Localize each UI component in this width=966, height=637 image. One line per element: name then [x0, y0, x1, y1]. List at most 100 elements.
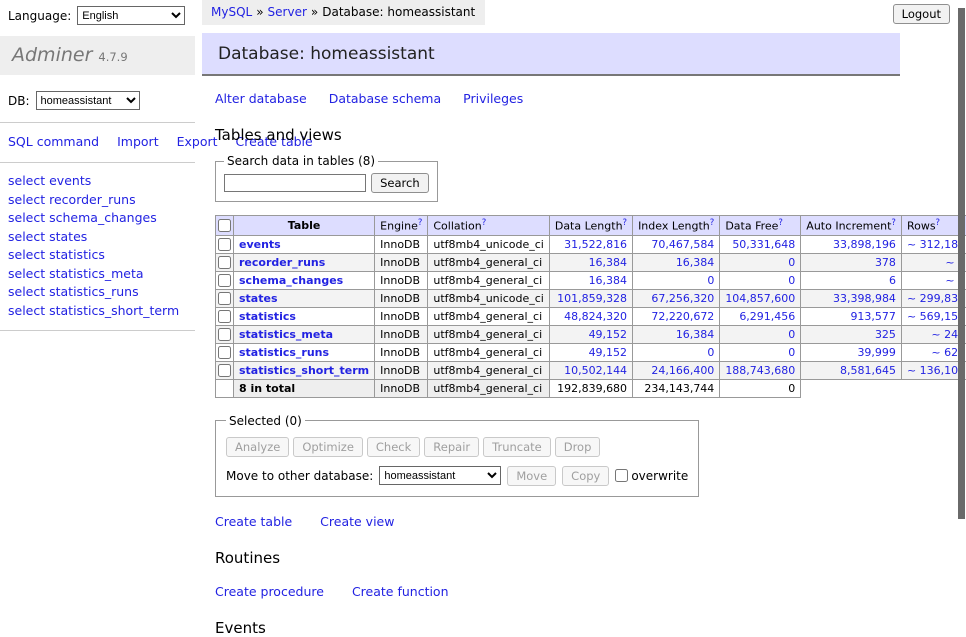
number-link[interactable]: ~ 3 — [907, 274, 965, 287]
move-db-select[interactable]: homeassistant — [379, 466, 501, 485]
number-link[interactable]: 24,166,400 — [638, 364, 714, 377]
number-link[interactable]: ~ 244 — [907, 328, 965, 341]
subnav-link[interactable]: Database schema — [329, 91, 441, 106]
number-link[interactable]: ~ 136,108 — [907, 364, 965, 377]
sidebar-table-link[interactable]: select statistics_runs — [8, 283, 187, 302]
number-link[interactable]: 31,522,816 — [555, 238, 627, 251]
number-link[interactable]: 67,256,320 — [638, 292, 714, 305]
number-link[interactable]: 0 — [638, 274, 714, 287]
number-link[interactable]: 16,384 — [555, 274, 627, 287]
help-icon[interactable]: ? — [936, 218, 941, 228]
number-link[interactable]: 16,384 — [638, 328, 714, 341]
page-scrollbar[interactable] — [958, 8, 965, 519]
logout-button[interactable]: Logout — [893, 4, 950, 24]
table-link[interactable]: statistics_runs — [239, 346, 329, 359]
number-link[interactable]: 70,467,584 — [638, 238, 714, 251]
table-link[interactable]: statistics_meta — [239, 328, 333, 341]
number-link[interactable]: 378 — [806, 256, 896, 269]
number-link[interactable]: 104,857,600 — [725, 292, 795, 305]
number-link[interactable]: 33,898,196 — [806, 238, 896, 251]
subnav-link[interactable]: Alter database — [215, 91, 307, 106]
number-link[interactable]: 72,220,672 — [638, 310, 714, 323]
create-link[interactable]: Create table — [215, 514, 292, 529]
overwrite-checkbox[interactable] — [615, 469, 628, 482]
analyze-button[interactable]: Analyze — [226, 437, 289, 457]
number-link[interactable]: ~ 299,833 — [907, 292, 965, 305]
help-icon[interactable]: ? — [482, 218, 487, 228]
number-link[interactable]: 188,743,680 — [725, 364, 795, 377]
number-link[interactable]: 0 — [725, 328, 795, 341]
truncate-button[interactable]: Truncate — [483, 437, 551, 457]
sidebar-table-link[interactable]: select statistics — [8, 246, 187, 265]
table-link[interactable]: recorder_runs — [239, 256, 325, 269]
number-link[interactable]: 0 — [725, 346, 795, 359]
number-link[interactable]: 48,824,320 — [555, 310, 627, 323]
row-checkbox[interactable] — [218, 364, 231, 377]
number-link[interactable]: 39,999 — [806, 346, 896, 359]
number-link[interactable]: 10,502,144 — [555, 364, 627, 377]
number-link[interactable]: 101,859,328 — [555, 292, 627, 305]
sidebar-table-link[interactable]: select recorder_runs — [8, 191, 187, 210]
table-link[interactable]: states — [239, 292, 278, 305]
table-link[interactable]: statistics_short_term — [239, 364, 369, 377]
number-link[interactable]: 49,152 — [555, 346, 627, 359]
number-link[interactable]: 16,384 — [555, 256, 627, 269]
row-checkbox[interactable] — [218, 256, 231, 269]
number-link[interactable]: ~ 312,180 — [907, 238, 965, 251]
number-link[interactable]: 8,581,645 — [806, 364, 896, 377]
number-link[interactable]: 50,331,648 — [725, 238, 795, 251]
number-link[interactable]: 0 — [638, 346, 714, 359]
row-checkbox[interactable] — [218, 238, 231, 251]
number-link[interactable]: 16,384 — [638, 256, 714, 269]
number-link[interactable]: 0 — [725, 274, 795, 287]
copy-button[interactable]: Copy — [562, 466, 609, 486]
row-checkbox[interactable] — [218, 346, 231, 359]
row-checkbox[interactable] — [218, 292, 231, 305]
drop-button[interactable]: Drop — [555, 437, 601, 457]
number-link[interactable]: ~ 569,159 — [907, 310, 965, 323]
sidebar-table-link[interactable]: select events — [8, 172, 187, 191]
move-button[interactable]: Move — [507, 466, 556, 486]
number-link[interactable]: 49,152 — [555, 328, 627, 341]
number-link[interactable]: 913,577 — [806, 310, 896, 323]
language-select[interactable]: English — [77, 6, 185, 25]
help-icon[interactable]: ? — [623, 218, 628, 228]
breadcrumb-item[interactable]: MySQL — [211, 5, 252, 19]
breadcrumb-item[interactable]: Server — [268, 5, 307, 19]
sidebar-table-link[interactable]: select statistics_short_term — [8, 302, 187, 321]
sidebar-action-link[interactable]: SQL command — [8, 134, 99, 149]
check-button[interactable]: Check — [367, 437, 420, 457]
create-link[interactable]: Create view — [320, 514, 394, 529]
auto-increment-cell: 325 — [801, 325, 902, 343]
number-link[interactable]: ~ 628 — [907, 346, 965, 359]
number-link[interactable]: 325 — [806, 328, 896, 341]
repair-button[interactable]: Repair — [424, 437, 479, 457]
table-link[interactable]: schema_changes — [239, 274, 343, 287]
table-link[interactable]: statistics — [239, 310, 296, 323]
row-checkbox[interactable] — [218, 310, 231, 323]
help-icon[interactable]: ? — [418, 218, 423, 228]
sidebar-table-link[interactable]: select schema_changes — [8, 209, 187, 228]
number-link[interactable]: ~ 5 — [907, 256, 965, 269]
row-checkbox[interactable] — [218, 274, 231, 287]
help-icon[interactable]: ? — [778, 218, 783, 228]
row-checkbox[interactable] — [218, 328, 231, 341]
select-all-checkbox[interactable] — [218, 219, 231, 232]
number-link[interactable]: 6 — [806, 274, 896, 287]
search-input[interactable] — [224, 174, 366, 192]
sidebar-table-link[interactable]: select states — [8, 228, 187, 247]
number-link[interactable]: 33,398,984 — [806, 292, 896, 305]
number-link[interactable]: 6,291,456 — [725, 310, 795, 323]
table-link[interactable]: events — [239, 238, 281, 251]
routine-link[interactable]: Create procedure — [215, 584, 324, 599]
help-icon[interactable]: ? — [710, 218, 715, 228]
help-icon[interactable]: ? — [891, 218, 896, 228]
subnav-link[interactable]: Privileges — [463, 91, 523, 106]
sidebar-table-link[interactable]: select statistics_meta — [8, 265, 187, 284]
search-button[interactable]: Search — [371, 173, 429, 193]
sidebar-action-link[interactable]: Import — [117, 134, 159, 149]
routine-link[interactable]: Create function — [352, 584, 449, 599]
db-select[interactable]: homeassistant — [36, 91, 140, 110]
number-link[interactable]: 0 — [725, 256, 795, 269]
optimize-button[interactable]: Optimize — [293, 437, 363, 457]
